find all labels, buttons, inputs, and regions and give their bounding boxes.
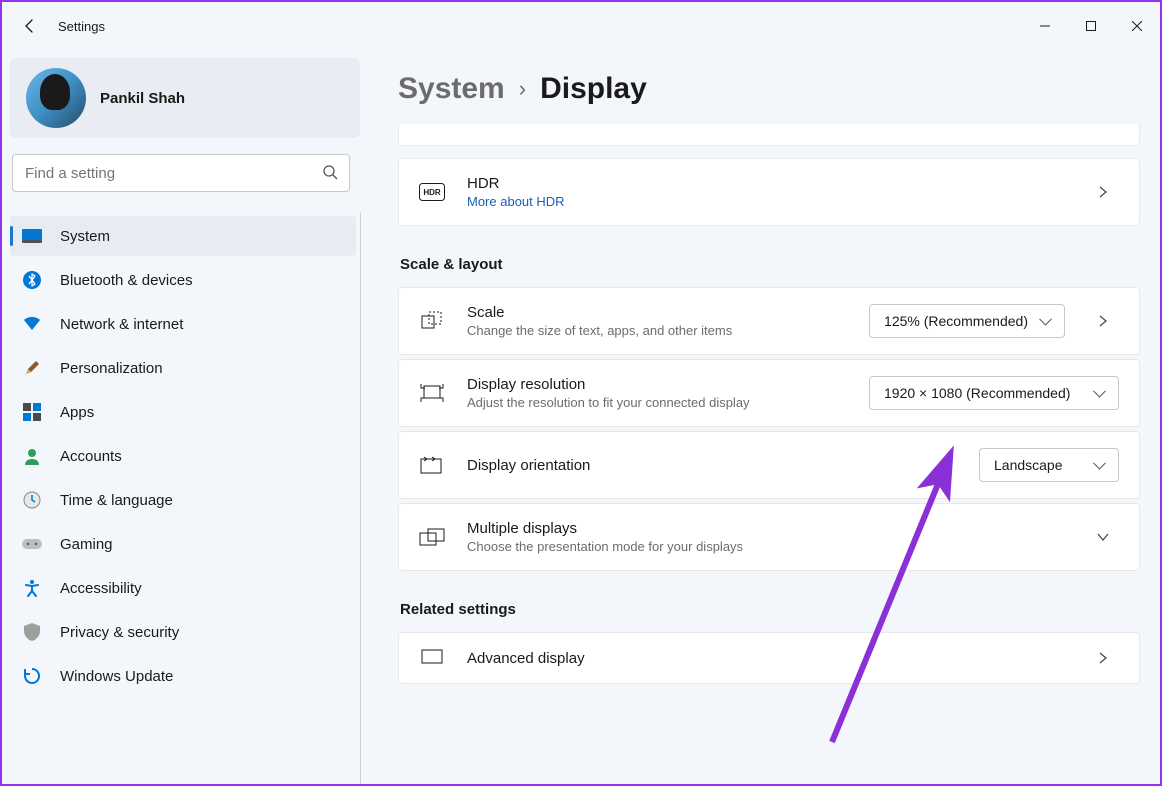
hdr-card[interactable]: HDR HDR More about HDR — [398, 158, 1140, 226]
search-wrap — [12, 154, 350, 192]
resolution-card[interactable]: Display resolution Adjust the resolution… — [398, 359, 1140, 427]
wifi-icon — [22, 314, 42, 334]
hdr-link[interactable]: More about HDR — [467, 194, 1065, 209]
window-controls — [1022, 10, 1160, 42]
nav-network[interactable]: Network & internet — [10, 304, 356, 344]
card-stub — [398, 124, 1140, 146]
resolution-select[interactable]: 1920 × 1080 (Recommended) — [869, 376, 1119, 410]
nav-apps[interactable]: Apps — [10, 392, 356, 432]
orientation-select[interactable]: Landscape — [979, 448, 1119, 482]
maximize-icon — [1086, 21, 1096, 31]
nav-label: Privacy & security — [60, 624, 179, 641]
scale-desc: Change the size of text, apps, and other… — [467, 323, 847, 338]
nav-label: Apps — [60, 404, 94, 421]
gamepad-icon — [22, 534, 42, 554]
orientation-icon — [419, 456, 445, 474]
breadcrumb-current: Display — [540, 72, 647, 106]
nav-label: Personalization — [60, 360, 163, 377]
nav-gaming[interactable]: Gaming — [10, 524, 356, 564]
orientation-card[interactable]: Display orientation Landscape — [398, 431, 1140, 499]
multiple-desc: Choose the presentation mode for your di… — [467, 539, 1065, 554]
orientation-title: Display orientation — [467, 457, 957, 474]
nav-label: Network & internet — [60, 316, 183, 333]
scale-icon — [419, 310, 445, 332]
arrow-left-icon — [22, 18, 38, 34]
breadcrumb-separator-icon: › — [519, 76, 526, 102]
nav-label: Accounts — [60, 448, 122, 465]
nav-system[interactable]: System — [10, 216, 356, 256]
multiple-displays-card[interactable]: Multiple displays Choose the presentatio… — [398, 503, 1140, 571]
bluetooth-icon — [22, 270, 42, 290]
scale-select[interactable]: 125% (Recommended) — [869, 304, 1065, 338]
titlebar: Settings — [2, 2, 1160, 50]
search-input[interactable] — [12, 154, 350, 192]
minimize-button[interactable] — [1022, 10, 1068, 42]
hdr-icon: HDR — [419, 183, 445, 201]
nav-bluetooth[interactable]: Bluetooth & devices — [10, 260, 356, 300]
nav-accounts[interactable]: Accounts — [10, 436, 356, 476]
nav-accessibility[interactable]: Accessibility — [10, 568, 356, 608]
multiple-displays-icon — [419, 528, 445, 546]
maximize-button[interactable] — [1068, 10, 1114, 42]
chevron-right-icon — [1087, 314, 1119, 328]
update-icon — [22, 666, 42, 686]
avatar — [26, 68, 86, 128]
main-content: System › Display HDR HDR More about HDR … — [360, 50, 1160, 784]
nav-list: System Bluetooth & devices Network & int… — [10, 212, 361, 784]
advanced-title: Advanced display — [467, 650, 1065, 667]
chevron-right-icon — [1087, 185, 1119, 199]
nav-time[interactable]: Time & language — [10, 480, 356, 520]
shield-icon — [22, 622, 42, 642]
nav-label: Bluetooth & devices — [60, 272, 193, 289]
breadcrumb: System › Display — [398, 72, 1140, 106]
advanced-display-card[interactable]: Advanced display — [398, 632, 1140, 684]
nav-label: Gaming — [60, 536, 113, 553]
breadcrumb-parent[interactable]: System — [398, 72, 505, 106]
system-icon — [22, 226, 42, 246]
nav-personalization[interactable]: Personalization — [10, 348, 356, 388]
multiple-title: Multiple displays — [467, 520, 1065, 537]
nav-label: Windows Update — [60, 668, 173, 685]
nav-label: Accessibility — [60, 580, 142, 597]
close-icon — [1132, 21, 1142, 31]
clock-icon — [22, 490, 42, 510]
nav-label: Time & language — [60, 492, 173, 509]
monitor-icon — [419, 649, 445, 667]
scale-card[interactable]: Scale Change the size of text, apps, and… — [398, 287, 1140, 355]
nav-update[interactable]: Windows Update — [10, 656, 356, 696]
nav-privacy[interactable]: Privacy & security — [10, 612, 356, 652]
sidebar: Pankil Shah System Bluetooth & devices N… — [2, 50, 360, 784]
paintbrush-icon — [22, 358, 42, 378]
resolution-desc: Adjust the resolution to fit your connec… — [467, 395, 847, 410]
user-name: Pankil Shah — [100, 90, 185, 107]
svg-text:HDR: HDR — [423, 188, 441, 197]
section-scale-layout: Scale & layout — [400, 256, 1140, 273]
resolution-title: Display resolution — [467, 376, 847, 393]
apps-icon — [22, 402, 42, 422]
user-card[interactable]: Pankil Shah — [10, 58, 360, 138]
person-icon — [22, 446, 42, 466]
accessibility-icon — [22, 578, 42, 598]
chevron-down-icon — [1087, 532, 1119, 542]
scale-title: Scale — [467, 304, 847, 321]
hdr-title: HDR — [467, 175, 1065, 192]
section-related: Related settings — [400, 601, 1140, 618]
back-button[interactable] — [10, 6, 50, 46]
close-button[interactable] — [1114, 10, 1160, 42]
search-icon — [322, 164, 338, 185]
minimize-icon — [1040, 21, 1050, 31]
resolution-icon — [419, 383, 445, 403]
window-title: Settings — [58, 19, 105, 34]
chevron-right-icon — [1087, 651, 1119, 665]
nav-label: System — [60, 228, 110, 245]
